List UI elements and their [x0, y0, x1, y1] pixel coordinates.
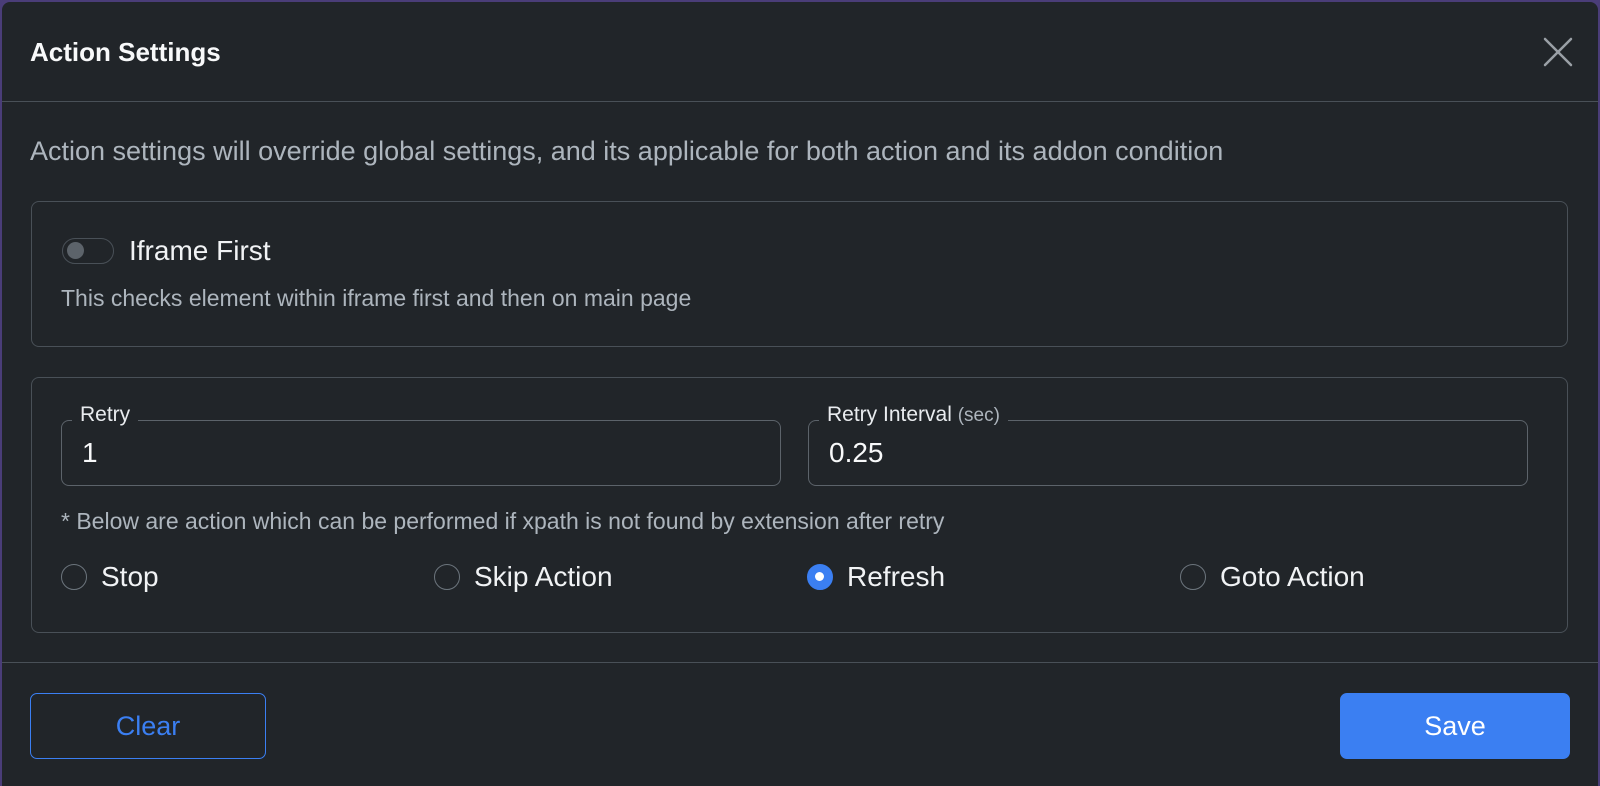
- retry-interval-unit: (sec): [957, 405, 1000, 426]
- fallback-note: * Below are action which can be performe…: [61, 508, 945, 534]
- modal-body: Action settings will override global set…: [2, 102, 1598, 662]
- modal-title: Action Settings: [30, 37, 221, 67]
- action-settings-modal: Action Settings Action settings will ove…: [2, 2, 1598, 786]
- clear-button[interactable]: Clear: [30, 693, 266, 759]
- retry-interval-field: Retry Interval (sec): [808, 401, 1528, 486]
- iframe-first-card: Iframe First This checks element within …: [31, 201, 1568, 347]
- retry-card: Retry Retry Interval (sec) * Below are a…: [31, 377, 1568, 633]
- radio-refresh-label[interactable]: Refresh: [847, 560, 945, 594]
- retry-label: Retry: [72, 401, 139, 429]
- close-button[interactable]: [1540, 34, 1576, 70]
- radio-stop-circle[interactable]: [61, 564, 87, 590]
- radio-refresh-circle[interactable]: [807, 564, 833, 590]
- iframe-first-toggle[interactable]: [62, 238, 114, 264]
- radio-skip-action-circle[interactable]: [434, 564, 460, 590]
- retry-field: Retry: [61, 401, 781, 486]
- retry-interval-input[interactable]: [829, 435, 1489, 471]
- settings-description: Action settings will override global set…: [30, 136, 1224, 166]
- iframe-first-help: This checks element within iframe first …: [61, 285, 692, 311]
- modal-header: Action Settings: [2, 2, 1598, 102]
- radio-stop-label[interactable]: Stop: [101, 560, 159, 594]
- radio-goto-action-circle[interactable]: [1180, 564, 1206, 590]
- save-button[interactable]: Save: [1340, 693, 1570, 759]
- radio-goto-action-label[interactable]: Goto Action: [1220, 560, 1365, 594]
- toggle-knob: [67, 242, 84, 259]
- modal-footer: Clear Save: [2, 662, 1598, 786]
- close-icon: [1543, 37, 1573, 67]
- retry-interval-label: Retry Interval (sec): [819, 401, 1008, 430]
- radio-skip-action-label[interactable]: Skip Action: [474, 560, 613, 594]
- fallback-radio-group: Stop Skip Action Refresh Goto Action: [61, 558, 1561, 598]
- iframe-first-label[interactable]: Iframe First: [129, 233, 271, 269]
- retry-input[interactable]: [82, 435, 742, 471]
